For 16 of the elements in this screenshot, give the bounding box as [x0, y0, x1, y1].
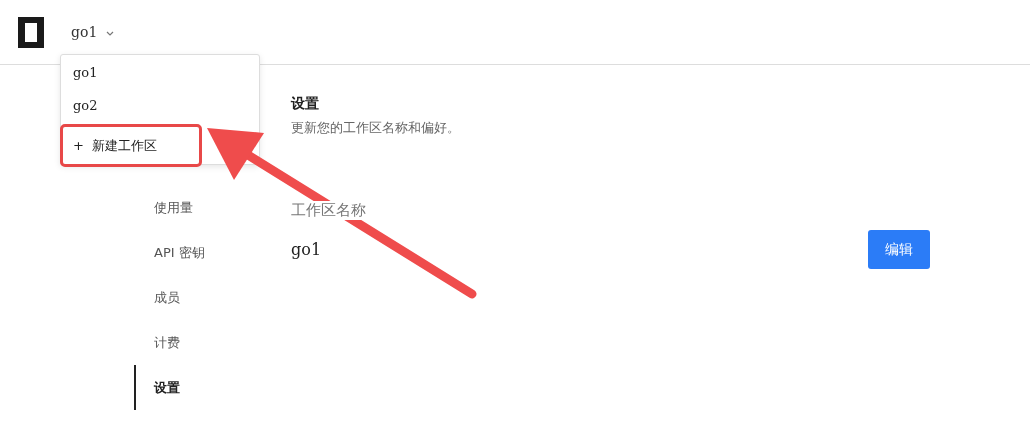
menu-item[interactable]: go1: [61, 56, 259, 89]
logo-icon: [18, 17, 44, 48]
edit-button[interactable]: 编辑: [868, 230, 930, 269]
sidebar-item[interactable]: 成员: [134, 275, 291, 320]
workspace-name: go1: [291, 240, 322, 259]
sidebar-item[interactable]: 设置: [134, 365, 291, 410]
sidebar-item[interactable]: 计费: [134, 320, 291, 365]
new-workspace-item[interactable]: + 新建工作区: [60, 124, 202, 167]
chevron-down-icon: [105, 30, 114, 36]
field-label: 工作区名称: [291, 201, 368, 220]
sidebar-item[interactable]: 使用量: [134, 185, 291, 230]
workspace-switcher[interactable]: go1: [71, 24, 114, 40]
sidebar-item[interactable]: API 密钥: [134, 230, 291, 275]
section-title: 设置: [291, 95, 320, 113]
section-subtitle: 更新您的工作区名称和偏好。: [291, 119, 461, 137]
menu-item[interactable]: go2: [61, 89, 259, 122]
